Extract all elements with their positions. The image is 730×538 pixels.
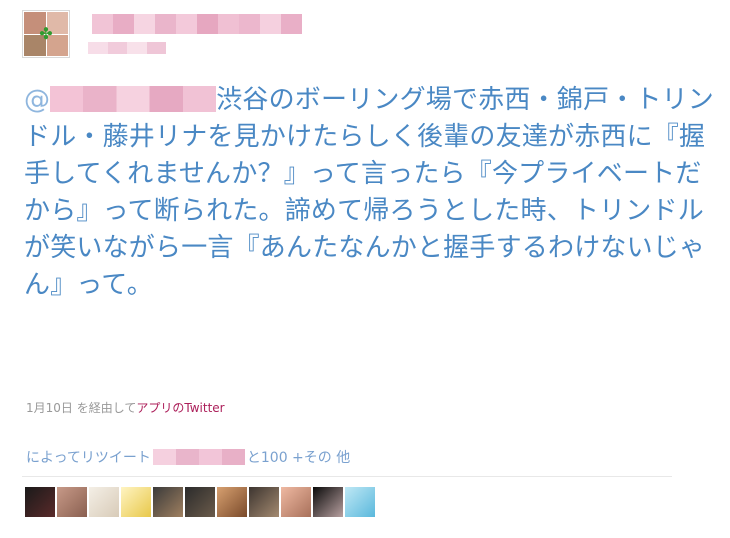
retweeter-avatar[interactable] [89,487,119,517]
retweeter-avatar[interactable] [345,487,375,517]
retweeter-redacted[interactable] [152,449,245,465]
retweeter-avatar[interactable] [281,487,311,517]
retweeter-avatar[interactable] [153,487,183,517]
via-label: を経由して [76,401,137,415]
tweet-date[interactable]: 1月10日 [26,401,73,415]
retweeter-avatar[interactable] [185,487,215,517]
author-avatar[interactable]: ✤ [22,10,70,58]
retweeter-avatar[interactable] [121,487,151,517]
mention-redacted [50,86,217,112]
username-redacted[interactable] [92,14,302,34]
retweeter-avatar[interactable] [249,487,279,517]
divider [22,476,672,477]
mention-link[interactable]: @ [24,82,217,119]
screen-name-redacted [88,42,166,54]
retweeted-by: によってリツイート と100 +その 他 [26,447,350,467]
app-link[interactable]: アプリのTwitter [136,401,224,415]
retweeter-avatars [25,487,375,517]
four-leaf-clover-icon: ✤ [39,24,53,43]
retweeted-prefix: によってリツイート [26,450,151,466]
retweeter-avatar[interactable] [217,487,247,517]
tweet-text: @ 渋谷のボーリング場で赤西・錦戸・トリンドル・藤井リナを見かけたらしく後輩の友達… [24,82,714,304]
retweet-count-link[interactable]: と100 +その 他 [247,447,350,467]
retweeter-avatar[interactable] [313,487,343,517]
tweet-meta: 1月10日 を経由してアプリのTwitter [26,399,225,416]
retweeter-avatar[interactable] [57,487,87,517]
retweeter-avatar[interactable] [25,487,55,517]
